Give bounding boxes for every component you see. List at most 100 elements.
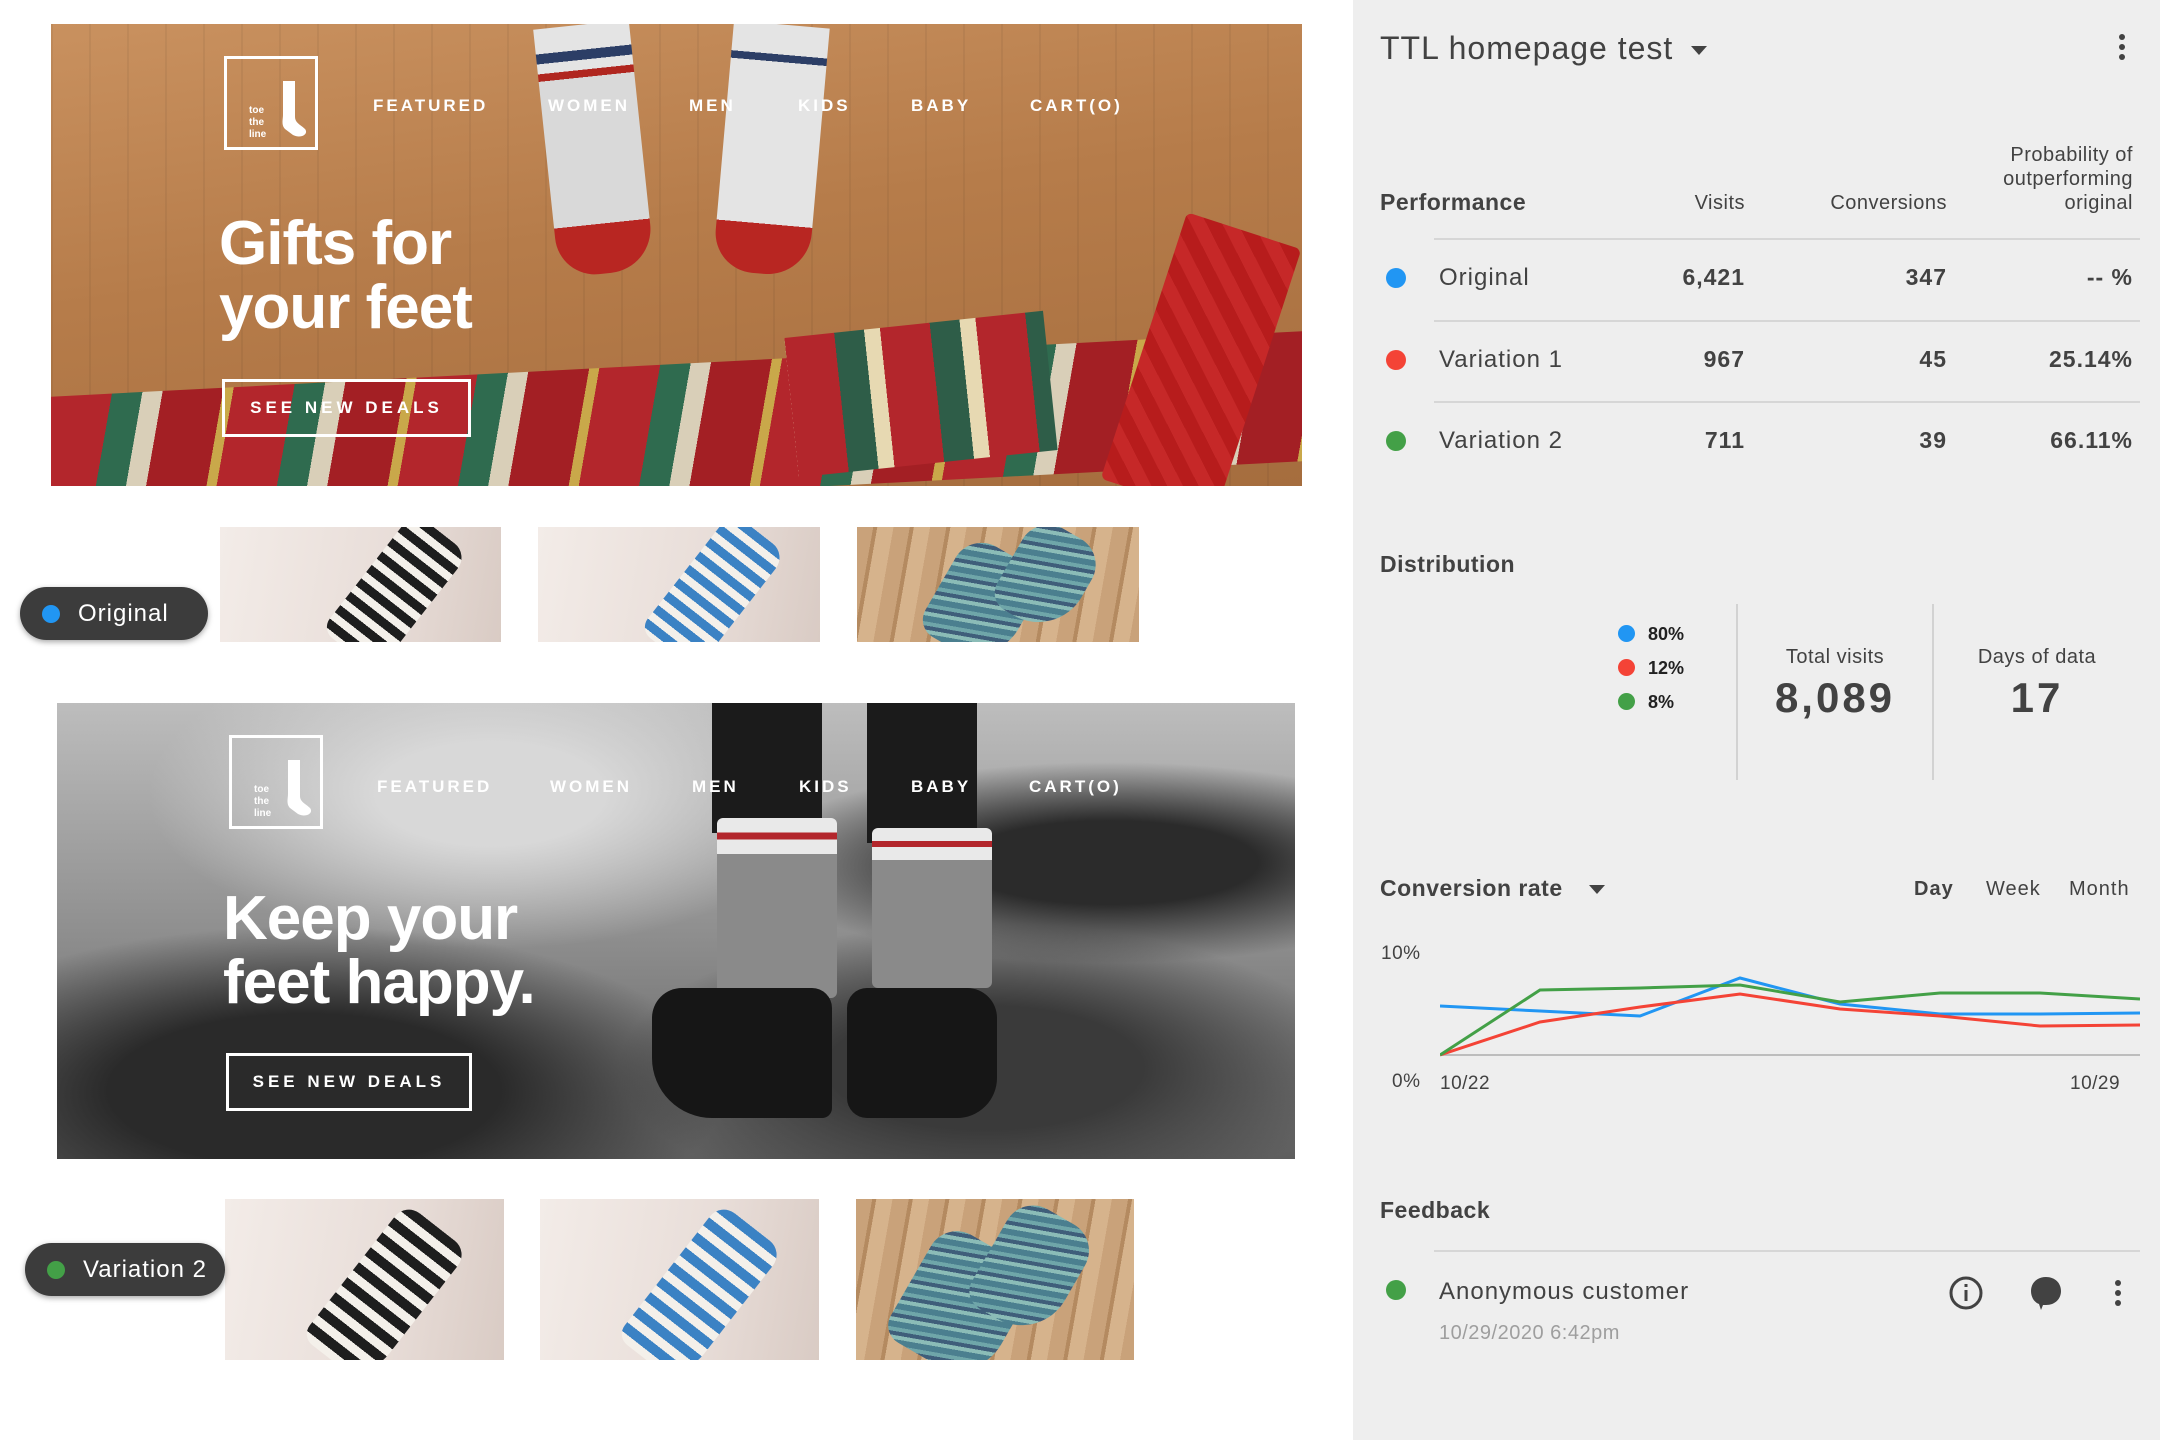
conversion-rate-chart	[1440, 976, 2140, 1057]
legend-dot	[1618, 625, 1635, 642]
hero-banner-variation-2: toe the line FEATURED WOMEN MEN KIDS BAB…	[57, 703, 1295, 1159]
see-new-deals-button[interactable]: SEE NEW DEALS	[222, 379, 471, 437]
probability-value: 66.11%	[2050, 427, 2133, 453]
more-options-icon[interactable]	[2115, 1280, 2121, 1310]
y-tick-label: 0%	[1392, 1071, 1421, 1092]
divider	[1434, 401, 2140, 403]
range-day[interactable]: Day	[1914, 878, 1954, 901]
product-thumbnail-black-stripe[interactable]	[220, 527, 501, 642]
variant-dot	[47, 1260, 65, 1279]
main-nav: FEATURED WOMEN MEN KIDS BABY CART(O)	[377, 777, 1122, 797]
variant-label-original[interactable]: Original	[20, 587, 208, 640]
chevron-down-icon	[1588, 885, 1605, 895]
nav-featured[interactable]: FEATURED	[377, 777, 550, 797]
x-tick-label: 10/29	[2070, 1073, 2121, 1094]
leg-decoration	[867, 703, 977, 843]
nav-baby[interactable]: BABY	[911, 777, 1029, 797]
variant-dot	[1386, 350, 1406, 370]
info-icon[interactable]	[1948, 1275, 1984, 1311]
experiment-title: TTL homepage test	[1380, 30, 1674, 66]
sock-decoration	[717, 818, 837, 998]
days-of-data-label: Days of data	[1977, 646, 2097, 668]
variant-dot	[1386, 431, 1406, 451]
logo-text: toe the line	[249, 105, 267, 140]
nav-kids[interactable]: KIDS	[799, 777, 911, 797]
legend-item: 8%	[1618, 692, 1674, 713]
feedback-customer-name: Anonymous customer	[1439, 1278, 1690, 1305]
conversions-value: 39	[1919, 427, 1947, 453]
brand-logo[interactable]: toe the line	[229, 735, 323, 829]
variant-dot	[1386, 268, 1406, 288]
conversion-rate-dropdown[interactable]: Conversion rate	[1380, 875, 1605, 902]
table-row[interactable]: Original 6,421 347 -- %	[1353, 258, 2160, 298]
feedback-status-dot	[1386, 1280, 1406, 1300]
variant-dot	[42, 604, 60, 623]
logo-text: toe the line	[254, 784, 272, 819]
variant-label-text: Original	[78, 599, 169, 627]
probability-value: 25.14%	[2048, 346, 2133, 372]
product-thumbnail-blue-stripe[interactable]	[540, 1199, 819, 1360]
feedback-timestamp: 10/29/2020 6:42pm	[1439, 1322, 1620, 1344]
product-thumbnail-black-stripe[interactable]	[225, 1199, 504, 1360]
column-visits: Visits	[1694, 192, 1745, 214]
range-month[interactable]: Month	[2069, 878, 2130, 901]
product-thumbnail-knit[interactable]	[857, 527, 1139, 642]
divider	[1434, 1250, 2140, 1252]
divider	[1434, 320, 2140, 322]
total-visits-value: 8,089	[1774, 674, 1896, 721]
distribution-heading: Distribution	[1380, 551, 1516, 577]
table-row[interactable]: Variation 1 967 45 25.14%	[1353, 340, 2160, 380]
boot-decoration	[847, 988, 997, 1118]
conversions-value: 347	[1905, 264, 1947, 290]
conversions-value: 45	[1919, 346, 1947, 372]
nav-women[interactable]: WOMEN	[550, 777, 692, 797]
conversion-rate-heading: Conversion rate	[1380, 875, 1563, 901]
total-visits-label: Total visits	[1785, 646, 1885, 668]
nav-baby[interactable]: BABY	[911, 96, 1030, 116]
chevron-down-icon	[1691, 46, 1708, 56]
series-line-red	[1440, 992, 2140, 1057]
range-week[interactable]: Week	[1986, 878, 2041, 901]
probability-value: -- %	[2086, 264, 2133, 290]
nav-women[interactable]: WOMEN	[548, 96, 689, 116]
column-conversions: Conversions	[1830, 192, 1947, 214]
sock-decoration	[872, 828, 992, 988]
variant-label-text: Variation 2	[83, 1255, 207, 1283]
legend-dot	[1618, 693, 1635, 710]
more-options-icon[interactable]	[2119, 34, 2125, 64]
product-thumbnail-blue-stripe[interactable]	[538, 527, 820, 642]
nav-cart[interactable]: CART(O)	[1029, 777, 1122, 797]
visits-value: 711	[1704, 427, 1745, 453]
nav-featured[interactable]: FEATURED	[373, 96, 548, 116]
nav-kids[interactable]: KIDS	[798, 96, 911, 116]
experiment-panel: TTL homepage test Performance Visits Con…	[1353, 0, 2160, 1440]
nav-men[interactable]: MEN	[689, 96, 798, 116]
legend-item: 12%	[1618, 658, 1684, 679]
experiment-title-dropdown[interactable]: TTL homepage test	[1380, 30, 1708, 67]
nav-cart[interactable]: CART(O)	[1030, 96, 1123, 116]
gift-decoration	[784, 310, 1058, 478]
sock-decoration	[712, 24, 830, 278]
divider	[1434, 238, 2140, 240]
variant-label-variation-2[interactable]: Variation 2	[25, 1243, 225, 1296]
performance-heading: Performance	[1380, 189, 1527, 215]
comment-icon[interactable]	[2029, 1275, 2063, 1311]
product-thumbnail-knit[interactable]	[856, 1199, 1134, 1360]
brand-logo[interactable]: toe the line	[224, 56, 318, 150]
series-line-blue	[1440, 976, 2140, 1018]
sock-decoration	[639, 527, 787, 642]
y-tick-label: 10%	[1381, 943, 1421, 964]
sock-decoration	[321, 527, 469, 642]
days-of-data-value: 17	[2010, 674, 2064, 721]
leg-decoration	[712, 703, 822, 833]
hero-headline: Gifts for your feet	[219, 209, 473, 342]
x-tick-label: 10/22	[1440, 1073, 1491, 1094]
variant-name: Original	[1439, 264, 1530, 291]
feedback-heading: Feedback	[1380, 1197, 1491, 1223]
hero-banner-original: toe the line FEATURED WOMEN MEN KIDS BAB…	[51, 24, 1302, 486]
see-new-deals-button[interactable]: SEE NEW DEALS	[226, 1053, 472, 1111]
nav-men[interactable]: MEN	[692, 777, 799, 797]
variant-name: Variation 2	[1439, 427, 1563, 454]
boot-decoration	[652, 988, 832, 1118]
table-row[interactable]: Variation 2 711 39 66.11%	[1353, 421, 2160, 461]
